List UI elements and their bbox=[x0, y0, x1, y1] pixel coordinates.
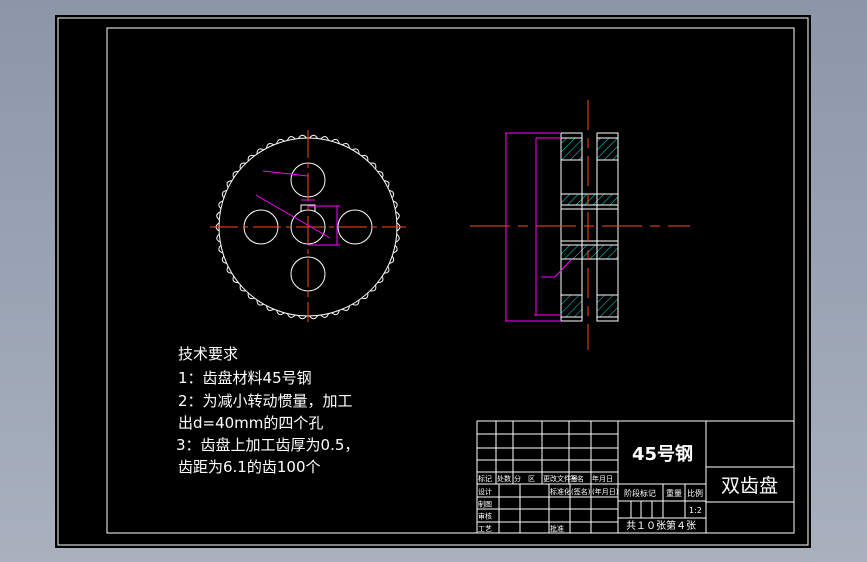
header-cell: 年月日 bbox=[592, 474, 613, 483]
tech-line: 1：齿盘材料45号钢 bbox=[178, 369, 312, 387]
tech-line: 齿距为6.1的齿100个 bbox=[178, 458, 321, 476]
approval-cell: 制图 bbox=[478, 499, 492, 508]
hatched-section bbox=[560, 193, 619, 206]
approval-cell: 设计 bbox=[478, 487, 492, 496]
tech-line: 2：为减小转动惯量，加工 bbox=[178, 392, 353, 410]
stage-label: 阶段标记 bbox=[624, 488, 656, 498]
approval-cell: (年月日) bbox=[592, 487, 619, 496]
header-cell: 标记 bbox=[478, 474, 492, 483]
header-cell: 分 区 bbox=[514, 474, 535, 483]
approval-cell: (签名) bbox=[571, 487, 591, 496]
weight-label: 重量 bbox=[666, 488, 682, 498]
approval-cell: 批准 bbox=[550, 524, 564, 533]
tech-line: 3：齿盘上加工齿厚为0.5， bbox=[176, 436, 359, 454]
scale-label: 比例 bbox=[687, 488, 703, 498]
sheet-info: 共１０张第４张 bbox=[626, 519, 696, 532]
hatched-section bbox=[560, 244, 619, 260]
scale-value: 1:2 bbox=[689, 506, 702, 515]
hatched-section bbox=[560, 137, 583, 161]
hatched-section bbox=[596, 294, 619, 318]
approval-cell: 工艺 bbox=[478, 525, 492, 533]
hatched-section bbox=[596, 137, 619, 161]
approval-cell: 审核 bbox=[478, 512, 492, 521]
tech-title: 技术要求 bbox=[178, 345, 238, 363]
header-cell: 签名 bbox=[570, 474, 584, 483]
header-cell: 处数 bbox=[497, 474, 511, 483]
approval-cell: 标准化 bbox=[550, 487, 571, 496]
drawing-area bbox=[55, 15, 811, 548]
part-name: 双齿盘 bbox=[721, 475, 778, 497]
tech-line: 出d=40mm的四个孔 bbox=[178, 414, 323, 432]
cad-drawing: 技术要求 1：齿盘材料45号钢 2：为减小转动惯量，加工 出d=40mm的四个孔… bbox=[55, 15, 811, 548]
material-label: 45号钢 bbox=[632, 443, 693, 465]
hatched-section bbox=[560, 294, 583, 318]
